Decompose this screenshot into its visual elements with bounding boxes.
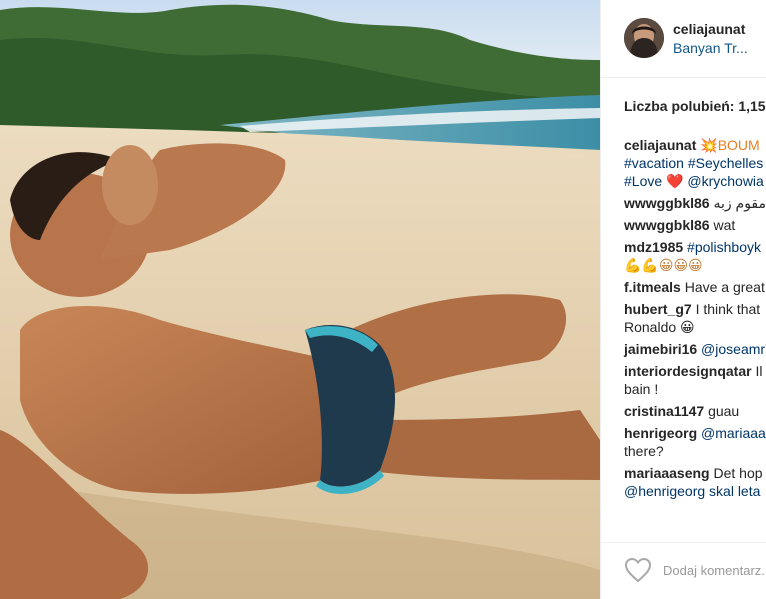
comment-emojis: 💪💪😀😀😀 <box>624 257 703 273</box>
comment-username[interactable]: wwwggbkl86 <box>624 195 710 211</box>
comment-text: Have a great <box>684 279 765 295</box>
comment-username[interactable]: mariaaaseng <box>624 465 710 481</box>
post-side-panel: celiajaunat Banyan Tr... Liczba polubień… <box>600 0 766 599</box>
avatar[interactable] <box>624 18 664 58</box>
comment: f.itmeals Have a great <box>624 278 766 296</box>
comment: mdz1985 #polishboyk 💪💪😀😀😀 <box>624 238 766 274</box>
comment: wwwggbkl86 wat <box>624 216 766 234</box>
likes-count[interactable]: Liczba polubień: 1,153 <box>624 98 766 114</box>
caption-username[interactable]: celiajaunat <box>624 137 696 153</box>
comment-username[interactable]: mdz1985 <box>624 239 683 255</box>
comment-username[interactable]: wwwggbkl86 <box>624 217 710 233</box>
caption: celiajaunat 💥BOUM #vacation #Seychelles … <box>624 136 766 190</box>
comment: wwwggbkl86 مقوم زبه <box>624 194 766 212</box>
comment: henrigeorg @mariaaa there? <box>624 424 766 460</box>
comment-text: guau <box>708 403 740 419</box>
comment-text: wat <box>713 217 736 233</box>
comment-mention[interactable]: @joseamr7 <box>701 341 766 357</box>
avatar-image <box>624 18 664 58</box>
comment: hubert_g7 I think that Ronaldo 😀 <box>624 300 766 336</box>
caption-text: 💥BOUM <box>700 137 760 153</box>
comment-mention[interactable]: @mariaaa <box>701 425 766 441</box>
comment-text-continued: Ronaldo 😀 <box>624 319 695 335</box>
comment-text: مقوم زبه <box>713 195 766 211</box>
comment: mariaaaseng Det hop @henrigeorg skal let… <box>624 464 766 500</box>
red-heart-emoji: ❤️ <box>666 173 684 189</box>
heart-outline-icon[interactable] <box>624 557 652 583</box>
add-comment-input[interactable] <box>663 559 766 581</box>
comment: interiordesignqatar Il bain ! <box>624 362 766 398</box>
comment: cristina1147 guau <box>624 402 766 420</box>
comment-text: Det hop <box>713 465 763 481</box>
caption-mention[interactable]: @krychowia <box>687 173 763 189</box>
comment-username[interactable]: cristina1147 <box>624 403 704 419</box>
post-username[interactable]: celiajaunat <box>673 21 745 37</box>
comment-text: Il <box>755 363 763 379</box>
comment-username[interactable]: hubert_g7 <box>624 301 692 317</box>
hashtag-love[interactable]: #Love <box>624 173 662 189</box>
post-photo[interactable] <box>0 0 600 599</box>
comment-text-continued: bain ! <box>624 381 659 397</box>
comment-username[interactable]: f.itmeals <box>624 279 681 295</box>
comment-username[interactable]: interiordesignqatar <box>624 363 752 379</box>
comment-text: I think that <box>695 301 761 317</box>
post-footer <box>601 542 766 599</box>
post-location[interactable]: Banyan Tr... <box>673 40 748 56</box>
comment-text[interactable]: #polishboyk <box>687 239 761 255</box>
comment: jaimebiri16 @joseamr7 <box>624 340 766 358</box>
beach-photo-image <box>0 0 600 599</box>
comment-username[interactable]: henrigeorg <box>624 425 697 441</box>
post-header: celiajaunat Banyan Tr... <box>601 0 766 78</box>
comments-list: celiajaunat 💥BOUM #vacation #Seychelles … <box>624 136 766 504</box>
comment-text-continued: there? <box>624 443 664 459</box>
caption-hashtags[interactable]: #vacation #Seychelles <box>624 154 766 172</box>
comment-username[interactable]: jaimebiri16 <box>624 341 697 357</box>
comment-mention[interactable]: @henrigeorg skal leta <box>624 482 766 500</box>
